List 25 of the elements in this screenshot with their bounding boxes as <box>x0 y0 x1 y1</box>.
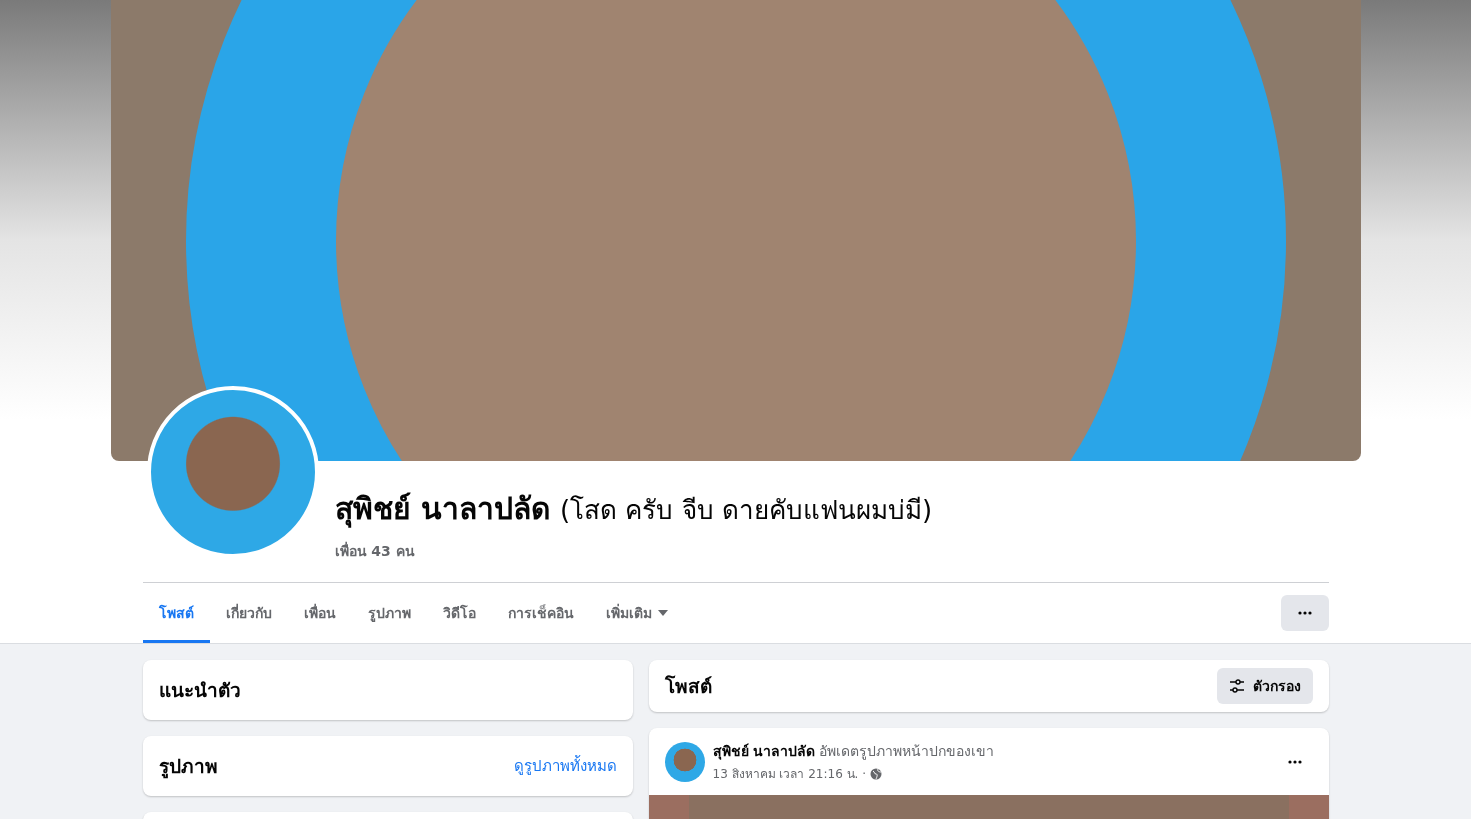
post-action: อัพเดตรูปภาพหน้าปกของเขา <box>819 742 995 762</box>
author-avatar[interactable] <box>664 741 705 782</box>
profile-nickname: (โสด ครับ จีบ ดายคับแฟนผมบ่มี) <box>559 494 933 527</box>
more-button[interactable] <box>1280 595 1329 631</box>
profile-tab[interactable]: เกี่ยวกับ <box>209 583 288 643</box>
caret-icon <box>657 610 668 616</box>
more-icon <box>1297 611 1312 615</box>
filter-button[interactable]: ตัวกรอง <box>1216 668 1313 704</box>
profile-tab[interactable]: โพสต์ <box>142 583 210 643</box>
profile-tab[interactable]: วิดีโอ <box>426 583 492 643</box>
friends-count[interactable]: เพื่อน 43 คน <box>334 540 933 562</box>
see-all-photos-link[interactable]: ดูรูปภาพทั้งหมด <box>513 754 617 778</box>
post-time[interactable]: 13 สิงหาคม เวลา 21:16 น. · <box>712 764 867 783</box>
profile-tab[interactable]: รูปภาพ <box>351 583 427 643</box>
author-name[interactable]: สุพิชย์ นาลาปลัด <box>712 740 816 762</box>
sliders-icon <box>1228 679 1245 693</box>
profile-tab[interactable]: การเช็คอิน <box>491 583 590 643</box>
more-icon <box>1287 759 1302 764</box>
globe-icon <box>870 767 883 780</box>
card-title: โพสต์ <box>664 674 712 699</box>
profile-name: สุพิชย์ นาลาปลัด <box>334 490 550 530</box>
card-title: รูปภาพ <box>158 754 218 781</box>
profile-tab[interactable]: เพิ่มเติม <box>589 583 684 643</box>
card-title: แนะนำตัว <box>158 678 241 703</box>
profile-tab[interactable]: เพื่อน <box>287 583 352 643</box>
